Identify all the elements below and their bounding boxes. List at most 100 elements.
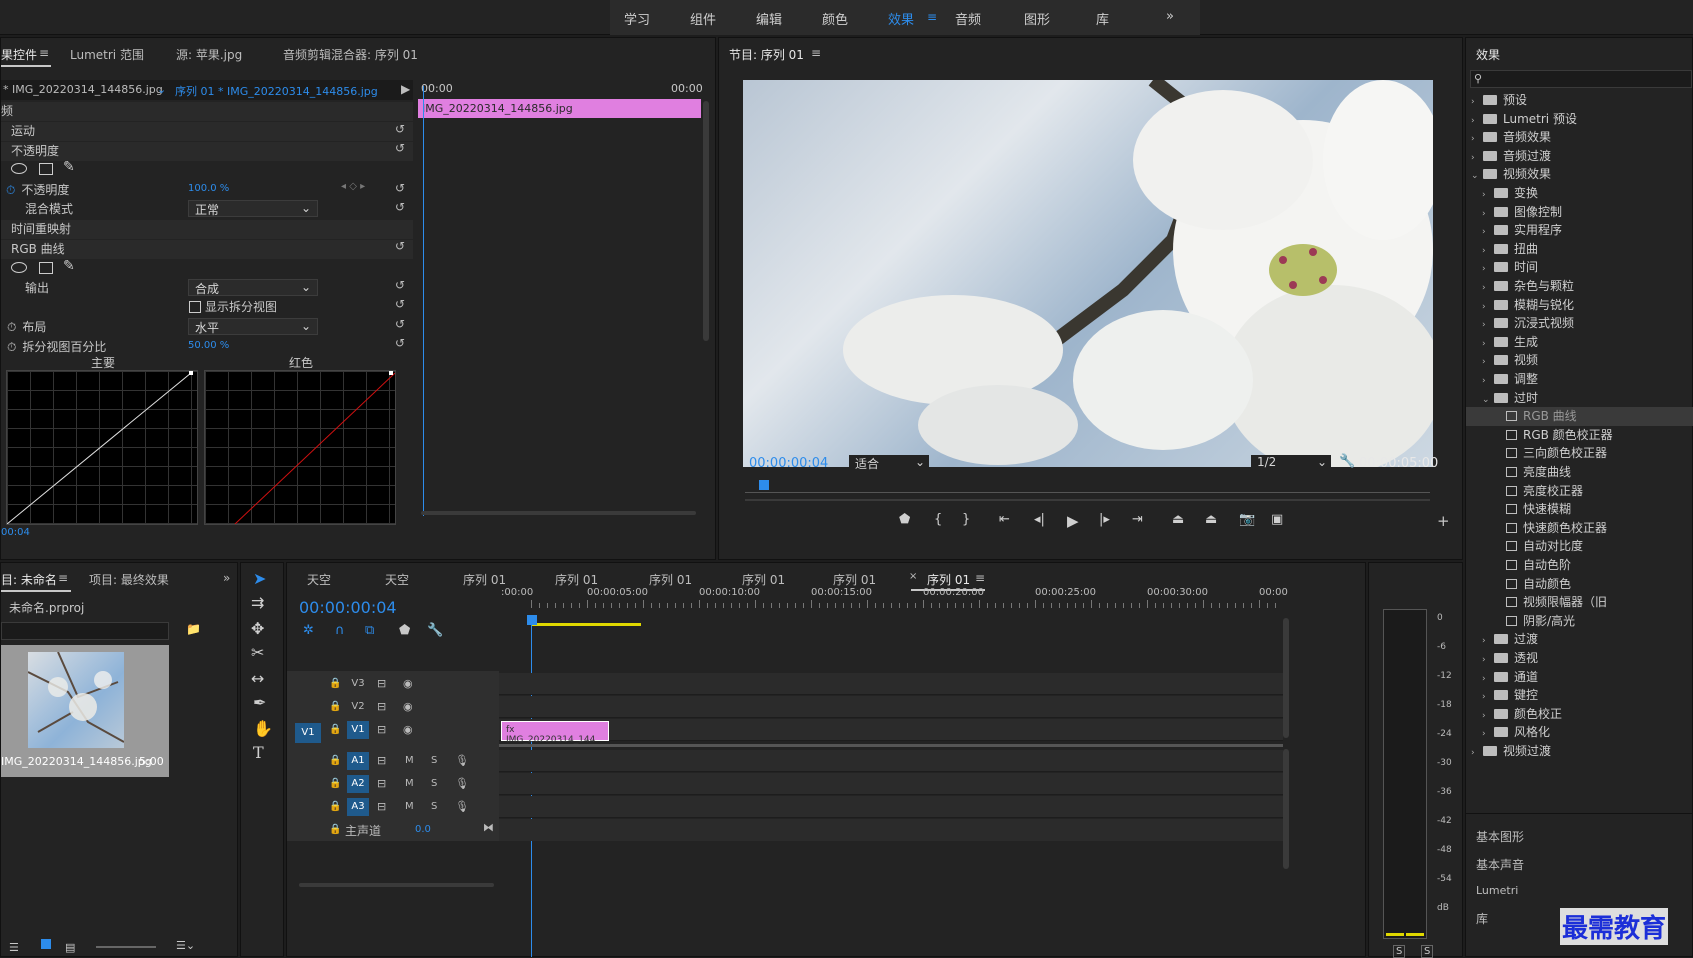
wrench-icon[interactable]: 🔧 (1339, 454, 1355, 469)
effect-subfolder[interactable]: › 变换 (1466, 184, 1693, 203)
play-icon[interactable]: ▶ (1067, 512, 1079, 530)
effect-subfolder[interactable]: › 生成 (1466, 333, 1693, 352)
timeline-tab[interactable]: 序列 01 (927, 571, 970, 588)
video-track-lane[interactable] (499, 719, 1283, 741)
tab-source[interactable]: 源: 苹果.jpg (176, 46, 242, 63)
reset-icon[interactable]: ↺ (395, 297, 405, 311)
effect-folder[interactable]: ⌄ 视频效果 (1466, 165, 1693, 184)
effect-subfolder[interactable]: ⌄ 过时 (1466, 389, 1693, 408)
sort-icon[interactable]: ☰⌄ (176, 939, 195, 952)
timeline-tab[interactable]: 序列 01 (742, 571, 785, 588)
eye-icon[interactable]: ◉ (403, 677, 413, 690)
lock-icon[interactable]: 🔒 (329, 801, 341, 812)
timeline-tab[interactable]: 序列 01 (833, 571, 876, 588)
effects-title[interactable]: 效果 (1476, 46, 1500, 63)
ws-tab-libraries[interactable]: 库 (1096, 9, 1109, 28)
zoom-slider[interactable] (96, 946, 156, 948)
keyframe-nav-icon[interactable]: ◂ ◇ ▸ (341, 181, 365, 192)
ec-clip-bar[interactable]: IMG_20220314_144856.jpg (418, 99, 701, 118)
effect-preset-item[interactable]: 自动颜色 (1466, 575, 1693, 594)
ec-zoom-bar[interactable] (421, 511, 696, 515)
tab-project-untitled[interactable]: 目: 未命名 (1, 571, 57, 588)
effect-folder[interactable]: › 视频过渡 (1466, 742, 1693, 761)
toggle-sync-icon[interactable]: ⊟ (377, 677, 386, 690)
effect-subfolder[interactable]: › 颜色校正 (1466, 705, 1693, 724)
track-target-V1[interactable]: V1 (347, 721, 369, 739)
effect-folder[interactable]: › 预设 (1466, 91, 1693, 110)
audio-scrollbar[interactable] (1283, 749, 1289, 869)
ws-more-icon[interactable]: » (1166, 9, 1174, 24)
add-button-icon[interactable]: + (1437, 512, 1450, 530)
mic-icon[interactable]: 🎙 (455, 754, 469, 767)
effect-subfolder[interactable]: › 视频 (1466, 351, 1693, 370)
effect-preset-item[interactable]: 快速模糊 (1466, 500, 1693, 519)
reset-icon[interactable]: ↺ (395, 278, 405, 292)
timeline-tab[interactable]: 序列 01 (649, 571, 692, 588)
selection-tool-icon[interactable]: ➤ (253, 569, 266, 588)
project-clip-thumb[interactable]: IMG_20220314_144856.jpg 5:00 (1, 645, 169, 777)
effect-preset-item[interactable]: 自动色阶 (1466, 556, 1693, 575)
timeline-timecode[interactable]: 00:00:00:04 (299, 598, 397, 617)
ws-tab-learn[interactable]: 学习 (624, 9, 650, 28)
mic-icon[interactable]: 🎙 (455, 800, 469, 813)
ws-tab-assembly[interactable]: 组件 (690, 9, 716, 28)
split-view-checkbox[interactable] (189, 301, 201, 313)
step-forward-icon[interactable]: |▸ (1099, 512, 1110, 527)
lock-icon[interactable]: 🔒 (329, 778, 341, 789)
ripple-edit-icon[interactable]: ✥ (251, 619, 264, 638)
motion-effect[interactable]: 运动 (1, 124, 35, 138)
ws-menu-icon[interactable]: ≡ (927, 10, 937, 24)
razor-icon[interactable]: ✂ (251, 643, 264, 662)
curve-graph-master[interactable] (6, 370, 198, 525)
tab-effect-controls[interactable]: 果控件 (1, 46, 37, 63)
reset-icon[interactable]: ↺ (395, 317, 405, 331)
list-view-icon[interactable]: ☰ (9, 941, 19, 954)
rect-mask-icon[interactable] (39, 262, 53, 274)
panel-menu-icon[interactable]: ≡ (39, 46, 49, 60)
effect-subfolder[interactable]: › 沉浸式视频 (1466, 314, 1693, 333)
effect-preset-item[interactable]: 亮度校正器 (1466, 482, 1693, 501)
mute-button[interactable]: M (405, 801, 414, 812)
timeline-settings-icon[interactable]: 🔧 (427, 623, 443, 638)
ec-scrollbar[interactable] (703, 101, 709, 341)
program-menu-icon[interactable]: ≡ (811, 46, 821, 60)
program-title[interactable]: 节目: 序列 01 (729, 46, 804, 63)
hand-tool-icon[interactable]: ✋ (253, 719, 273, 738)
pen-tool-icon[interactable]: ✒ (253, 693, 266, 712)
effect-subfolder[interactable]: › 扭曲 (1466, 240, 1693, 259)
type-tool-icon[interactable]: T (253, 743, 264, 762)
effect-subfolder[interactable]: › 调整 (1466, 370, 1693, 389)
program-video-frame[interactable] (743, 80, 1433, 467)
extract-icon[interactable]: ⏏ (1205, 512, 1217, 527)
toggle-sync-icon[interactable]: ⊟ (377, 754, 386, 767)
lock-icon[interactable]: 🔒 (329, 701, 341, 712)
ellipse-mask-icon[interactable] (11, 163, 27, 174)
stopwatch-icon[interactable]: ⏱ (1, 320, 16, 334)
lock-icon[interactable]: 🔒 (329, 824, 341, 835)
linked-selection-icon[interactable]: ⧉ (365, 623, 374, 638)
track-target-A2[interactable]: A2 (347, 775, 369, 793)
rect-mask-icon[interactable] (39, 163, 53, 175)
project-more-icon[interactable]: » (223, 571, 230, 585)
panel-essential-graphics[interactable]: 基本图形 (1476, 828, 1524, 845)
blend-mode-select[interactable]: 正常 ⌄ (188, 200, 318, 217)
reset-icon[interactable]: ↺ (395, 181, 405, 195)
split-pct-value[interactable]: 50.00 % (188, 340, 229, 351)
effect-folder[interactable]: › 音频过渡 (1466, 147, 1693, 166)
panel-essential-sound[interactable]: 基本声音 (1476, 856, 1524, 873)
source-clip-name[interactable]: * IMG_20220314_144856.jpg (3, 83, 163, 96)
timeline-menu-icon[interactable]: ≡ (975, 571, 985, 585)
solo-button[interactable]: S (431, 778, 437, 789)
ws-tab-audio[interactable]: 音频 (955, 9, 981, 28)
go-to-in-icon[interactable]: ⇤ (999, 512, 1010, 527)
program-timecode[interactable]: 00:00:00:04 (749, 456, 828, 471)
stopwatch-icon[interactable]: ⏱ (1, 183, 15, 197)
tab-project-final[interactable]: 项目: 最终效果 (89, 571, 169, 588)
pen-mask-icon[interactable]: ✎ (63, 159, 75, 175)
snap-icon[interactable]: ∩ (335, 623, 345, 638)
compare-icon[interactable]: ▣ (1271, 512, 1283, 527)
video-scrollbar[interactable] (1283, 618, 1289, 738)
eye-icon[interactable]: ◉ (403, 700, 413, 713)
eye-icon[interactable]: ◉ (403, 723, 413, 736)
lift-icon[interactable]: ⏏ (1172, 512, 1184, 527)
